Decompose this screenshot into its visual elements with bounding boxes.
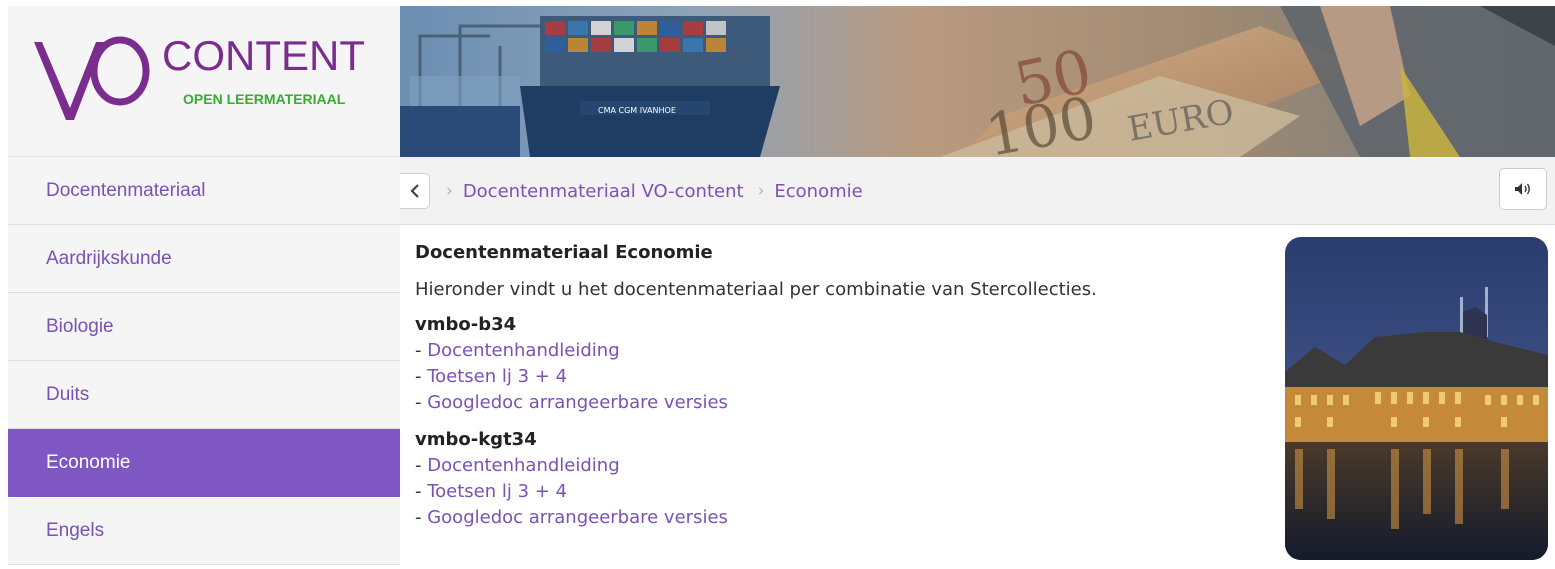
read-aloud-button[interactable]	[1499, 168, 1547, 210]
list-item: - Docentenhandleiding	[415, 455, 620, 476]
banner-image: CMA CGM IVANHOE 50 100 EURO	[400, 6, 1555, 157]
link-docentenhandleiding[interactable]: Docentenhandleiding	[427, 455, 619, 476]
sidebar-item-duits[interactable]: Duits	[8, 361, 400, 429]
header-banner: CMA CGM IVANHOE 50 100 EURO	[400, 6, 1555, 157]
link-googledoc[interactable]: Googledoc arrangeerbare versies	[427, 392, 728, 413]
sidebar-item-biologie[interactable]: Biologie	[8, 293, 400, 361]
sidebar-item-aardrijkskunde[interactable]: Aardrijkskunde	[8, 225, 400, 293]
breadcrumb-bar: › Docentenmateriaal VO-content › Economi…	[400, 157, 1555, 225]
chevron-right-icon: ›	[446, 181, 453, 201]
breadcrumb: › Docentenmateriaal VO-content › Economi…	[446, 157, 877, 225]
list-item: - Googledoc arrangeerbare versies	[415, 392, 728, 413]
sidebar-item-docentenmateriaal[interactable]: Docentenmateriaal	[8, 157, 400, 225]
svg-text:CMA CGM IVANHOE: CMA CGM IVANHOE	[598, 106, 676, 115]
page-title: Docentenmateriaal Economie	[415, 242, 713, 263]
building-night-image	[1285, 237, 1548, 560]
binnenhof-photo	[1285, 237, 1548, 560]
main-content: Docentenmateriaal Economie Hieronder vin…	[415, 240, 1265, 531]
chevron-left-icon	[409, 184, 419, 198]
link-toetsen[interactable]: Toetsen lj 3 + 4	[427, 481, 567, 502]
sidebar-item-engels[interactable]: Engels	[8, 497, 400, 565]
section-heading-vmbo-kgt34: vmbo-kgt34	[415, 429, 537, 450]
link-googledoc[interactable]: Googledoc arrangeerbare versies	[427, 507, 728, 528]
logo-word: CONTENT	[162, 32, 365, 79]
subject-sidebar: Docentenmateriaal Aardrijkskunde Biologi…	[8, 157, 400, 565]
list-item: - Docentenhandleiding	[415, 340, 620, 361]
vo-content-logo[interactable]: CONTENT OPEN LEERMATERIAAL	[32, 20, 382, 125]
list-item: - Toetsen lj 3 + 4	[415, 366, 568, 387]
chevron-right-icon: ›	[757, 181, 765, 201]
list-item: - Googledoc arrangeerbare versies	[415, 507, 728, 528]
speaker-icon	[1515, 183, 1530, 195]
section-heading-vmbo-b34: vmbo-b34	[415, 314, 517, 335]
sidebar-item-economie[interactable]: Economie	[8, 429, 400, 497]
intro-text: Hieronder vindt u het docentenmateriaal …	[415, 279, 1097, 300]
breadcrumb-economie[interactable]: Economie	[774, 181, 862, 202]
breadcrumb-docentenmateriaal[interactable]: Docentenmateriaal VO-content	[463, 181, 744, 202]
link-docentenhandleiding[interactable]: Docentenhandleiding	[427, 340, 619, 361]
link-toetsen[interactable]: Toetsen lj 3 + 4	[427, 366, 567, 387]
link-list-vmbo-kgt34: - Docentenhandleiding - Toetsen lj 3 + 4…	[415, 453, 1265, 531]
link-list-vmbo-b34: - Docentenhandleiding - Toetsen lj 3 + 4…	[415, 338, 1265, 416]
back-button[interactable]	[400, 173, 430, 209]
logo-area: CONTENT OPEN LEERMATERIAAL	[8, 6, 400, 157]
logo-tagline: OPEN LEERMATERIAAL	[183, 91, 346, 107]
list-item: - Toetsen lj 3 + 4	[415, 481, 568, 502]
